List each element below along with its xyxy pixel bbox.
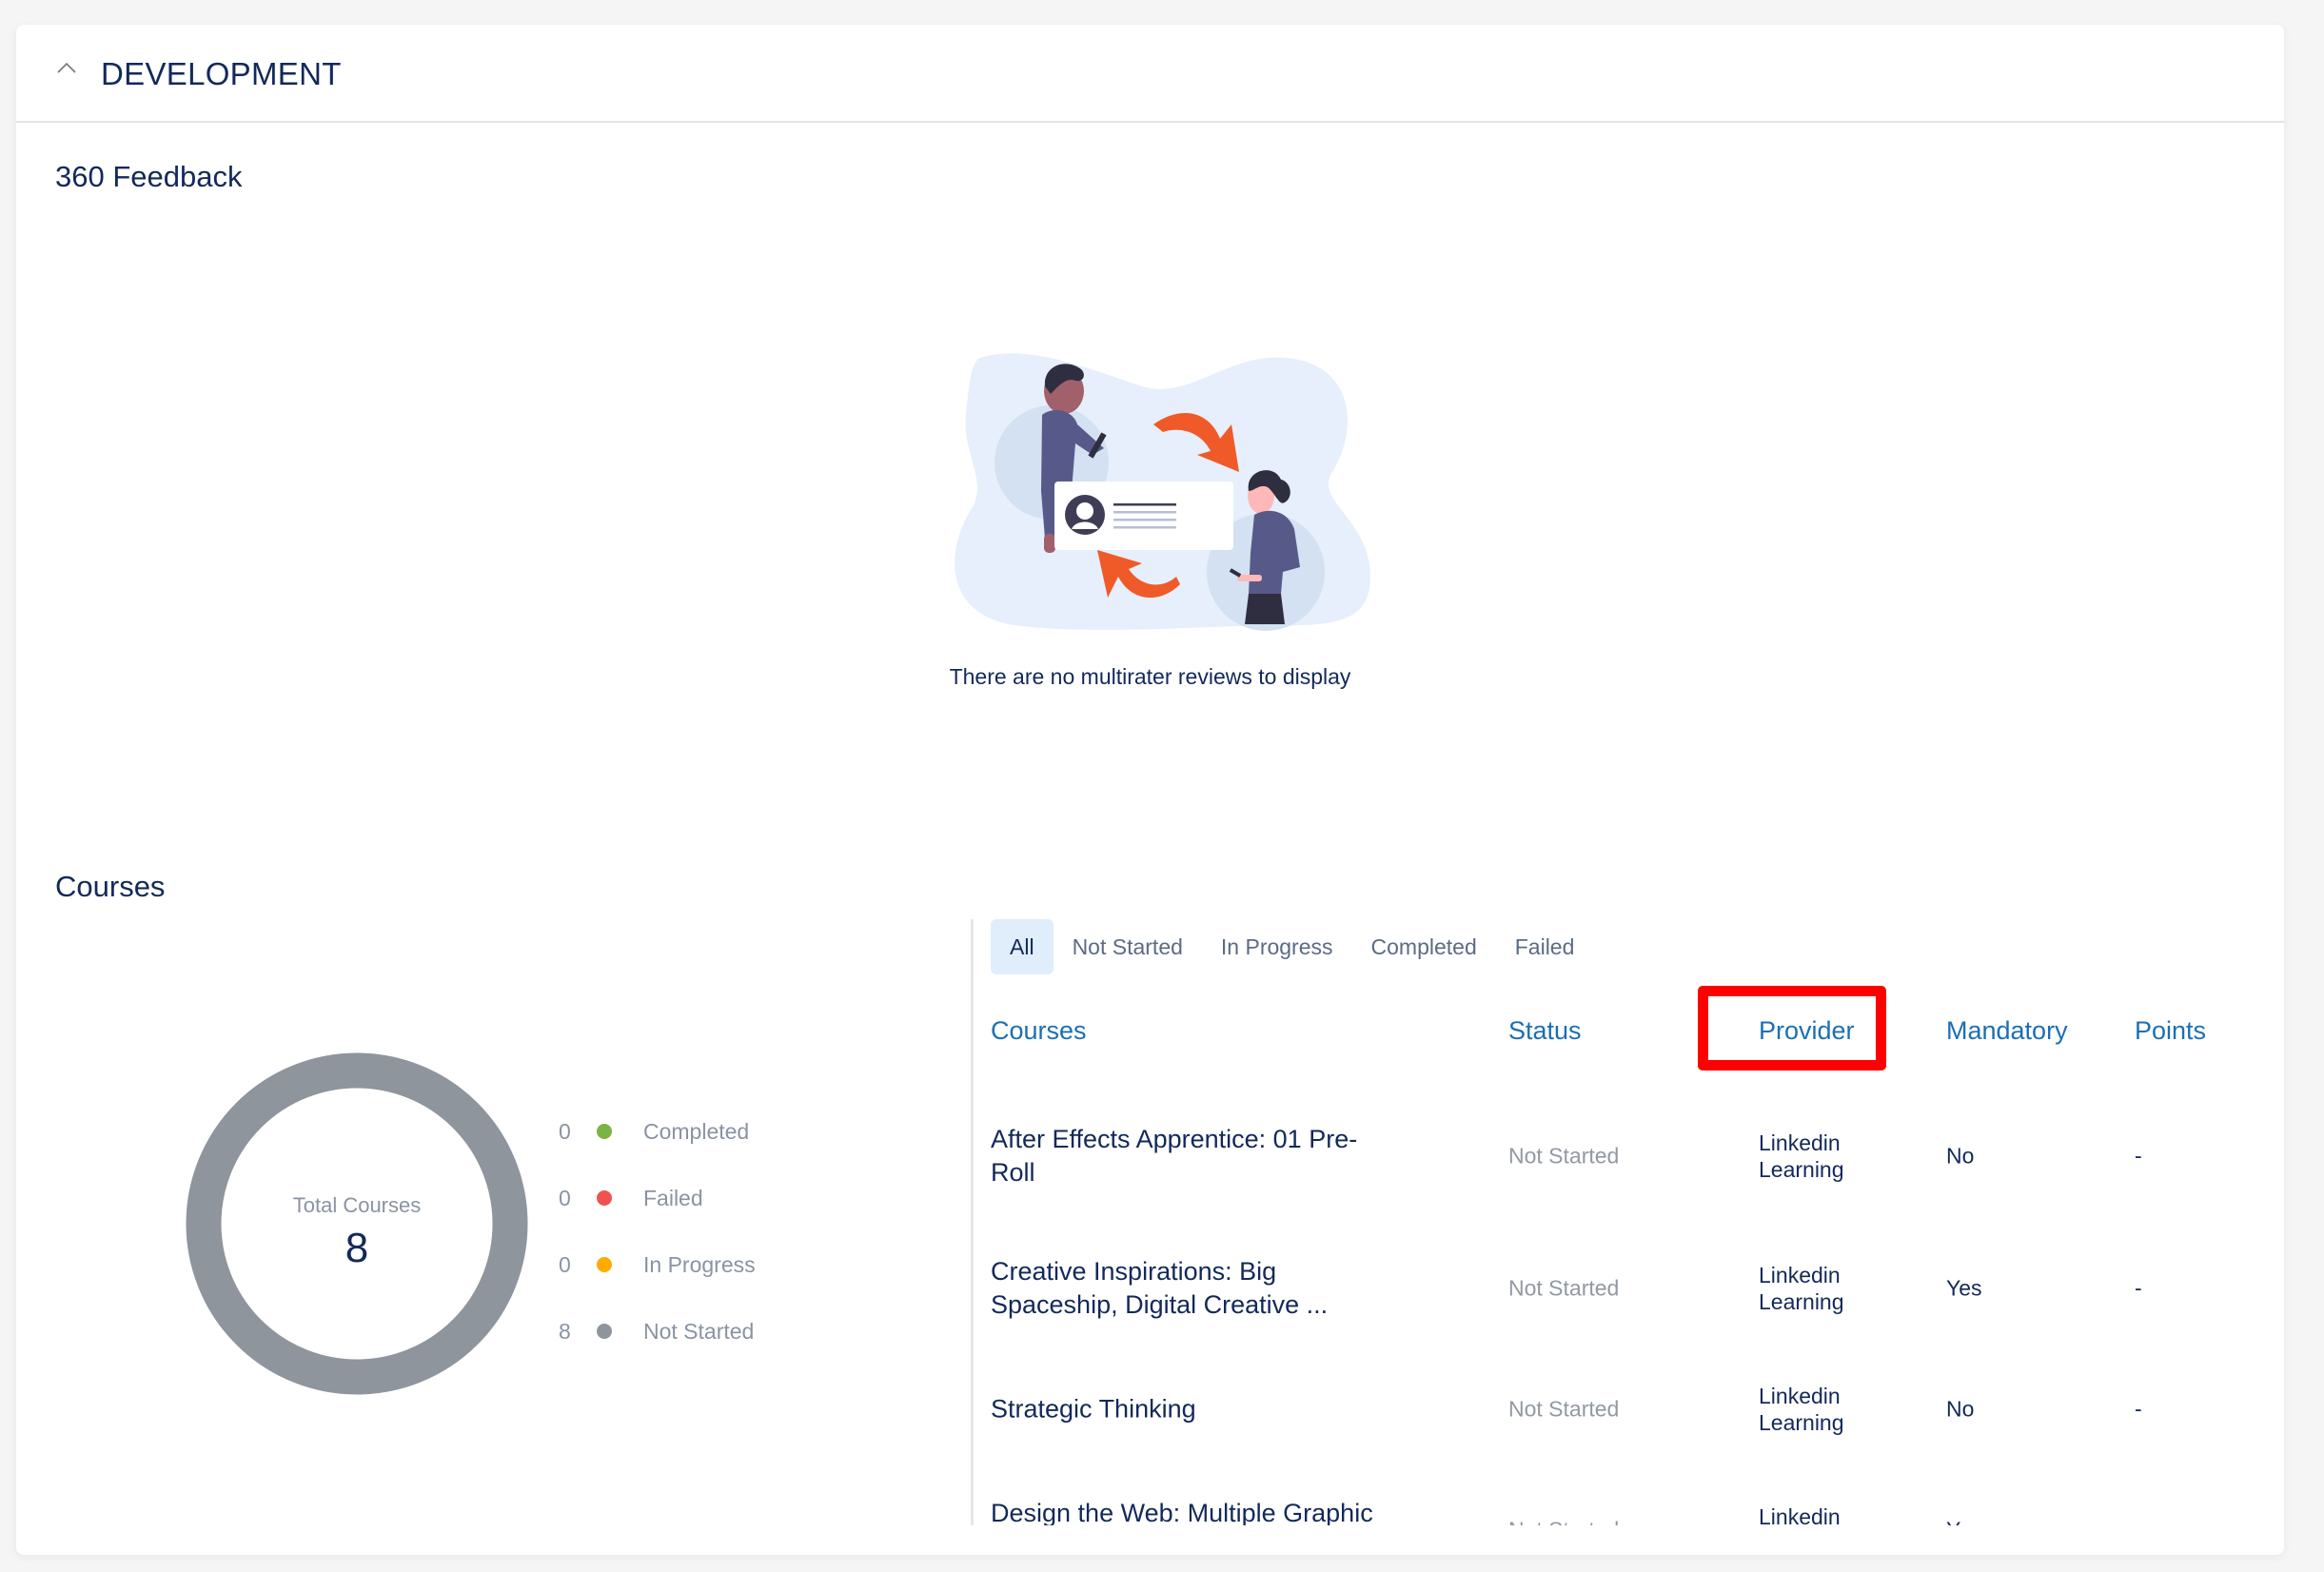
courses-table[interactable]: Courses Status Provider Mandatory Points…	[991, 995, 2266, 1525]
table-row[interactable]: After Effects Apprentice: 01 Pre-Roll No…	[991, 1109, 2266, 1204]
course-points: -	[2135, 1396, 2142, 1422]
legend-dot-icon	[597, 1257, 612, 1272]
course-points: -	[2135, 1518, 2142, 1526]
course-provider: Linkedin Learning	[1759, 1263, 1844, 1314]
legend-item-failed: 0 Failed	[559, 1165, 756, 1231]
course-mandatory: No	[1946, 1143, 1975, 1169]
tab-not-started[interactable]: Not Started	[1054, 919, 1202, 974]
column-header-mandatory[interactable]: Mandatory	[1946, 1016, 2068, 1046]
donut-center-value: 8	[345, 1225, 368, 1271]
course-points: -	[2135, 1275, 2142, 1301]
legend-count: 0	[559, 1251, 571, 1277]
donut-slice-not-started	[186, 1052, 528, 1395]
column-header-status[interactable]: Status	[1508, 1016, 1582, 1046]
chevron-up-icon[interactable]	[56, 61, 77, 74]
course-filter-tabs: All Not Started In Progress Completed Fa…	[991, 919, 1593, 974]
vertical-divider	[971, 919, 974, 1525]
column-header-courses[interactable]: Courses	[991, 1016, 1087, 1046]
legend-label: Failed	[643, 1185, 703, 1210]
section-title: DEVELOPMENT	[101, 56, 342, 91]
course-provider: Linkedin Learning	[1759, 1384, 1844, 1435]
column-header-provider[interactable]: Provider	[1759, 1016, 1855, 1046]
course-status: Not Started	[1508, 1143, 1620, 1169]
course-name-link[interactable]: Design the Web: Multiple Graphic Sizes	[991, 1497, 1400, 1525]
courses-title: Courses	[55, 870, 166, 903]
course-mandatory: Yes	[1946, 1518, 1982, 1526]
course-status: Not Started	[1508, 1275, 1620, 1301]
tab-completed[interactable]: Completed	[1352, 919, 1496, 974]
course-name-link[interactable]: After Effects Apprentice: 01 Pre-Roll	[991, 1123, 1400, 1189]
multirater-review-illustration	[955, 353, 1370, 631]
course-provider: Linkedin Learning	[1759, 1504, 1841, 1525]
legend-dot-icon	[597, 1124, 612, 1139]
development-card: DEVELOPMENT 360 Feedback There are no mu…	[16, 25, 2284, 1555]
legend-item-not-started: 8 Not Started	[559, 1298, 756, 1365]
course-mandatory: No	[1946, 1396, 1975, 1422]
chart-legend: 0 Completed 0 Failed 0 In Progress 8 Not…	[559, 1098, 756, 1365]
table-row[interactable]: Creative Inspirations: Big Spaceship, Di…	[991, 1241, 2266, 1336]
legend-label: In Progress	[643, 1251, 756, 1277]
legend-count: 0	[559, 1185, 571, 1210]
legend-dot-icon	[597, 1190, 612, 1206]
legend-item-completed: 0 Completed	[559, 1098, 756, 1165]
empty-state-message: There are no multirater reviews to displ…	[949, 664, 1351, 689]
legend-count: 8	[559, 1318, 571, 1344]
legend-label: Not Started	[643, 1318, 755, 1344]
tab-all[interactable]: All	[991, 919, 1054, 974]
table-row[interactable]: Design the Web: Multiple Graphic Sizes N…	[991, 1483, 2266, 1525]
course-name-link[interactable]: Strategic Thinking	[991, 1393, 1400, 1426]
legend-count: 0	[559, 1118, 571, 1144]
course-provider: Linkedin Learning	[1759, 1130, 1844, 1182]
column-header-points[interactable]: Points	[2135, 1016, 2206, 1046]
table-row[interactable]: Strategic Thinking Not Started Linkedin …	[991, 1362, 2266, 1457]
course-name-link[interactable]: Creative Inspirations: Big Spaceship, Di…	[991, 1255, 1400, 1322]
course-status: Not Started	[1508, 1518, 1619, 1526]
feedback-title: 360 Feedback	[55, 160, 243, 193]
tab-failed[interactable]: Failed	[1496, 919, 1594, 974]
course-mandatory: Yes	[1946, 1275, 1982, 1301]
legend-label: Completed	[643, 1118, 750, 1144]
donut-center-label: Total Courses	[293, 1193, 422, 1217]
section-header[interactable]: DEVELOPMENT	[16, 25, 2284, 123]
legend-item-in-progress: 0 In Progress	[559, 1231, 756, 1298]
courses-donut-chart: Total Courses 8	[186, 1052, 528, 1395]
tab-in-progress[interactable]: In Progress	[1202, 919, 1352, 974]
course-points: -	[2135, 1143, 2142, 1169]
legend-dot-icon	[597, 1324, 612, 1339]
course-status: Not Started	[1508, 1396, 1620, 1422]
